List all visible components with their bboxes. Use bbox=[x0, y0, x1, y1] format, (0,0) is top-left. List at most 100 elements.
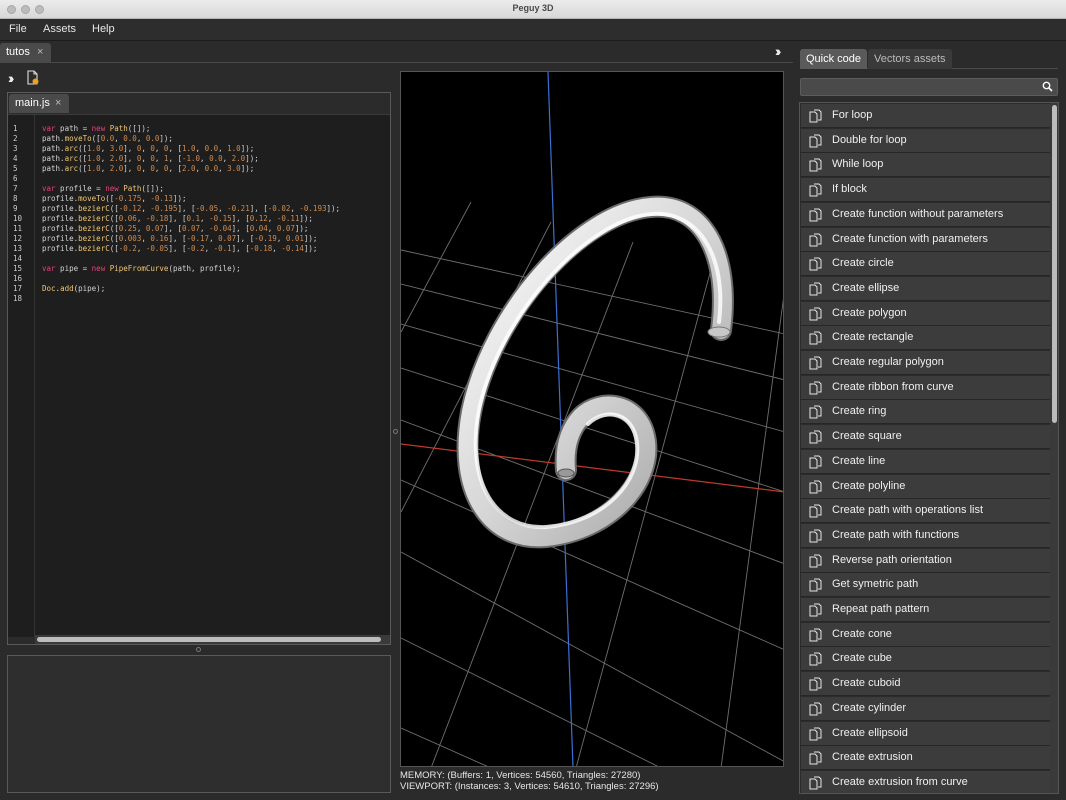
quick-code-item[interactable]: Create extrusion bbox=[801, 746, 1050, 771]
quick-code-item-label: Create polygon bbox=[832, 306, 907, 319]
quick-code-item[interactable]: For loop bbox=[801, 104, 1050, 128]
line-number: 9 bbox=[13, 204, 18, 213]
quick-code-item[interactable]: Create function with parameters bbox=[801, 227, 1050, 252]
snippet-icon bbox=[809, 134, 822, 148]
close-icon[interactable]: × bbox=[37, 46, 43, 58]
quick-code-item[interactable]: Double for loop bbox=[801, 128, 1050, 153]
quick-code-item[interactable]: Create polygon bbox=[801, 301, 1050, 326]
quick-code-item[interactable]: Create regular polygon bbox=[801, 351, 1050, 375]
quick-code-item[interactable]: Create square bbox=[801, 425, 1050, 450]
code-line[interactable]: var pipe = new PipeFromCurve(path, profi… bbox=[42, 264, 241, 274]
quick-code-item[interactable]: Get symetric path bbox=[801, 573, 1050, 598]
quick-code-item-label: Create cone bbox=[832, 627, 892, 640]
run-code-icon[interactable]: ›› bbox=[8, 70, 15, 86]
code-text-area[interactable]: 1 2 3 4 5 6 7 8 9 10 11 12 13 14 15 16 17 18 var path = n… bbox=[8, 114, 390, 637]
snippet-icon bbox=[809, 751, 822, 765]
quick-code-item-label: Create function without parameters bbox=[832, 207, 1004, 220]
code-line[interactable]: var profile = new Path([]); bbox=[42, 184, 164, 194]
workspace-panel: tutos × ›› ›› main.js × 1 2 3 4 5 6 7 8 9 10 11 12 1… bbox=[0, 41, 793, 800]
new-file-icon[interactable] bbox=[27, 70, 39, 85]
quick-code-item[interactable]: Create rectangle bbox=[801, 326, 1050, 351]
quick-code-item[interactable]: If block bbox=[801, 178, 1050, 203]
close-icon[interactable]: × bbox=[55, 97, 61, 109]
console-output[interactable] bbox=[7, 655, 391, 793]
line-number: 2 bbox=[13, 134, 18, 143]
search-field[interactable] bbox=[800, 78, 1058, 96]
quick-code-item[interactable]: Create path with functions bbox=[801, 523, 1050, 548]
search-icon[interactable] bbox=[1042, 81, 1053, 92]
viewport-stats: VIEWPORT: (Instances: 3, Vertices: 54610… bbox=[400, 781, 659, 792]
scrollbar-thumb[interactable] bbox=[37, 637, 381, 642]
quick-code-item[interactable]: Create ribbon from curve bbox=[801, 375, 1050, 400]
code-line[interactable]: profile.moveTo([-0.175, -0.13]); bbox=[42, 194, 187, 204]
snippet-icon bbox=[809, 233, 822, 246]
code-line[interactable]: profile.bezierC([-0.2, -0.05], [-0.2, -0… bbox=[42, 244, 317, 254]
3d-scene[interactable] bbox=[401, 72, 784, 767]
snippet-icon bbox=[809, 356, 822, 370]
quick-code-item[interactable]: Create polyline bbox=[801, 474, 1050, 499]
menu-help[interactable]: Help bbox=[92, 23, 115, 35]
line-number: 18 bbox=[13, 294, 23, 303]
quick-code-item-label: Create polyline bbox=[832, 479, 906, 492]
code-line[interactable]: path.moveTo([0.0, 0.0, 0.0]); bbox=[42, 134, 173, 144]
quick-code-item[interactable]: Create ellipse bbox=[801, 276, 1050, 301]
code-line[interactable]: profile.bezierC([0.06, -0.18], [0.1, -0.… bbox=[42, 214, 313, 224]
tab-tutos[interactable]: tutos × bbox=[0, 43, 51, 63]
code-line[interactable]: path.arc([1.0, 2.0], 0, 0, 0, [2.0, 0.0,… bbox=[42, 164, 254, 174]
quick-code-item-label: Create function with parameters bbox=[832, 232, 988, 245]
snippet-icon bbox=[809, 455, 822, 469]
code-line[interactable]: profile.bezierC([0.25, 0.07], [0.07, -0.… bbox=[42, 224, 308, 234]
quick-code-item[interactable]: Create circle bbox=[801, 252, 1050, 277]
quick-code-item-label: Create cube bbox=[832, 652, 892, 665]
tab-main-js[interactable]: main.js × bbox=[9, 94, 69, 113]
quick-code-item[interactable]: Create function without parameters bbox=[801, 202, 1050, 227]
assets-panel: Quick code Vectors assets For loop Double… bbox=[793, 41, 1066, 800]
collapse-panel-icon[interactable]: ›› bbox=[775, 43, 782, 59]
quick-code-item-label: Create rectangle bbox=[832, 331, 914, 344]
code-line[interactable]: profile.bezierC([-0.12, -0.195], [-0.05,… bbox=[42, 204, 340, 214]
quick-code-item[interactable]: Create cylinder bbox=[801, 696, 1050, 721]
search-input[interactable] bbox=[805, 80, 1035, 94]
code-line[interactable]: path.arc([1.0, 2.0], 0, 0, 1, [-1.0, 0.0… bbox=[42, 154, 259, 164]
quick-code-item[interactable]: Create line bbox=[801, 449, 1050, 474]
pipe-end-cap bbox=[557, 468, 575, 478]
vertical-scrollbar[interactable] bbox=[1050, 103, 1058, 793]
splitter-handle[interactable] bbox=[196, 647, 201, 652]
horizontal-scrollbar[interactable] bbox=[35, 635, 390, 644]
snippet-icon bbox=[809, 652, 822, 666]
quick-code-item-label: Create circle bbox=[832, 257, 894, 270]
tab-quick-code[interactable]: Quick code bbox=[800, 49, 868, 69]
code-line[interactable]: profile.bezierC([0.003, 0.16], [-0.17, 0… bbox=[42, 234, 317, 244]
quick-code-item-label: Reverse path orientation bbox=[832, 553, 952, 566]
file-tab-label: main.js bbox=[15, 97, 50, 109]
quick-code-list: For loop Double for loop While loop If bloc… bbox=[799, 102, 1059, 794]
quick-code-item[interactable]: Create cone bbox=[801, 622, 1050, 647]
quick-code-item[interactable]: Create extrusion from curve bbox=[801, 770, 1050, 793]
quick-code-item[interactable]: Create cuboid bbox=[801, 672, 1050, 697]
menu-assets[interactable]: Assets bbox=[43, 23, 76, 35]
quick-code-item[interactable]: Create cube bbox=[801, 647, 1050, 672]
quick-code-item[interactable]: Reverse path orientation bbox=[801, 548, 1050, 573]
code-line[interactable]: var path = new Path([]); bbox=[42, 124, 150, 134]
snippet-icon bbox=[809, 702, 822, 716]
quick-code-item[interactable]: Repeat path pattern bbox=[801, 598, 1050, 622]
quick-code-item-label: While loop bbox=[832, 158, 884, 171]
snippet-icon bbox=[809, 381, 822, 395]
snippet-icon bbox=[809, 727, 822, 740]
code-editor: main.js × 1 2 3 4 5 6 7 8 9 10 11 12 13 14 15 16 17 18 va… bbox=[7, 92, 391, 645]
splitter-handle[interactable] bbox=[393, 429, 398, 434]
quick-code-item[interactable]: Create ring bbox=[801, 400, 1050, 425]
3d-viewport[interactable] bbox=[400, 71, 784, 767]
snippet-icon bbox=[809, 529, 822, 543]
tab-vectors-assets[interactable]: Vectors assets bbox=[868, 49, 952, 69]
quick-code-item[interactable]: While loop bbox=[801, 153, 1050, 178]
menu-file[interactable]: File bbox=[9, 23, 27, 35]
code-line[interactable]: path.arc([1.0, 3.0], 0, 0, 0, [1.0, 0.0,… bbox=[42, 144, 254, 154]
quick-code-item-label: Create ribbon from curve bbox=[832, 380, 954, 393]
code-line[interactable]: Doc.add(pipe); bbox=[42, 284, 105, 294]
quick-code-item[interactable]: Create path with operations list bbox=[801, 499, 1050, 524]
quick-code-item-label: Create extrusion bbox=[832, 751, 913, 764]
window-title: Peguy 3D bbox=[512, 3, 554, 13]
quick-code-item[interactable]: Create ellipsoid bbox=[801, 721, 1050, 746]
scrollbar-thumb[interactable] bbox=[1052, 105, 1057, 423]
